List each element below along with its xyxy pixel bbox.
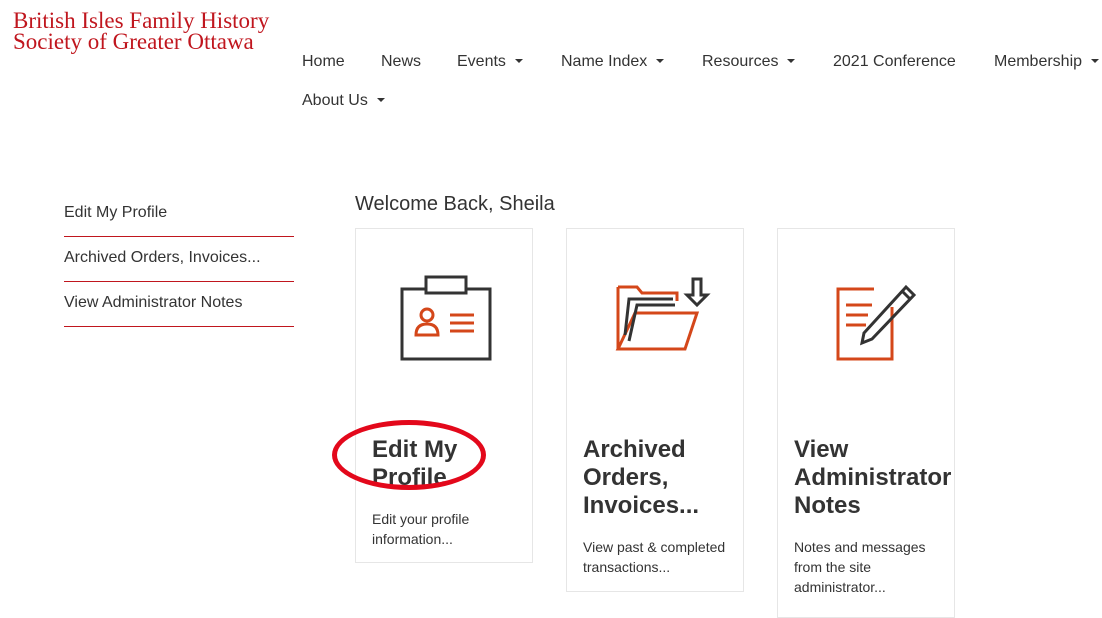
card-description: Edit your profile information... [372, 511, 470, 547]
card-icon-area [356, 229, 532, 419]
nav-events[interactable]: Events [457, 53, 523, 71]
sidebar-item-label: View Administrator Notes [64, 294, 243, 311]
logo-line-2: Society of Greater Ottawa [13, 29, 254, 54]
nav-about-us-label: About Us [302, 92, 368, 109]
caret-down-icon [656, 58, 665, 63]
card-archived-orders[interactable]: Archived Orders, Invoices... View past &… [566, 228, 744, 592]
site-logo[interactable]: British Isles Family History Society of … [13, 8, 270, 54]
caret-down-icon [1091, 58, 1100, 63]
card-edit-profile[interactable]: Edit My Profile Edit your profile inform… [355, 228, 533, 563]
card-title: View Administrator Notes [794, 436, 952, 519]
nav-resources-label: Resources [702, 53, 779, 70]
caret-down-icon [787, 58, 796, 63]
card-description: Notes and messages from the site adminis… [794, 539, 926, 595]
card-title: Edit My Profile [372, 436, 458, 491]
note-edit-icon [836, 284, 917, 361]
sidebar-item-admin-notes[interactable]: View Administrator Notes [64, 294, 294, 327]
id-badge-icon [400, 275, 492, 361]
nav-membership-label: Membership [994, 53, 1083, 70]
nav-resources[interactable]: Resources [702, 53, 796, 71]
card-icon-area [778, 229, 954, 419]
card-admin-notes[interactable]: View Administrator Notes Notes and messa… [777, 228, 955, 618]
sidebar-item-edit-profile[interactable]: Edit My Profile [64, 204, 294, 237]
nav-home[interactable]: Home [302, 53, 345, 71]
welcome-heading: Welcome Back, Sheila [355, 193, 555, 215]
nav-2021-conference-label: 2021 Conference [833, 53, 956, 70]
nav-events-label: Events [457, 53, 506, 70]
nav-news[interactable]: News [381, 53, 421, 71]
card-description: View past & completed transactions... [583, 539, 726, 575]
nav-about-us[interactable]: About Us [302, 92, 385, 110]
nav-home-label: Home [302, 53, 345, 70]
sidebar-item-label: Edit My Profile [64, 204, 168, 221]
card-title: Archived Orders, Invoices... [583, 436, 700, 519]
logo-line-1: British Isles Family History [13, 8, 270, 33]
caret-down-icon [514, 58, 523, 63]
nav-news-label: News [381, 53, 422, 70]
nav-membership[interactable]: Membership [994, 53, 1100, 71]
sidebar-item-archived-orders[interactable]: Archived Orders, Invoices... [64, 249, 294, 282]
caret-down-icon [376, 97, 385, 102]
nav-name-index[interactable]: Name Index [561, 53, 665, 71]
nav-2021-conference[interactable]: 2021 Conference [833, 53, 956, 71]
nav-name-index-label: Name Index [561, 53, 648, 70]
folder-download-icon [615, 277, 711, 351]
card-icon-area [567, 229, 743, 419]
sidebar-item-label: Archived Orders, Invoices... [64, 249, 261, 266]
